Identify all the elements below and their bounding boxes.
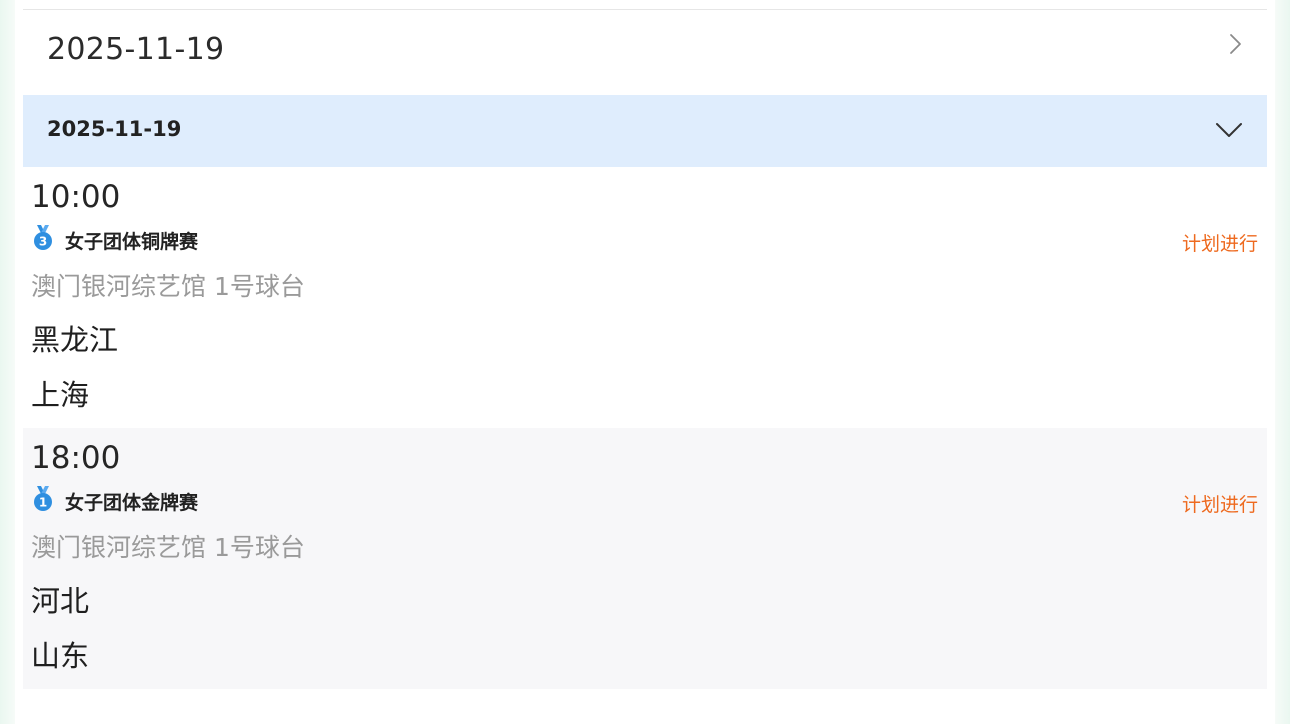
team-b: 上海 [31,378,90,412]
match-time: 18:00 [31,440,121,476]
status-badge: 计划进行 [1181,494,1258,516]
chevron-right-icon[interactable] [1225,32,1245,56]
schedule-card: 2025-11-19 2025-11-19 10:00 3 女子团体铜牌赛 计划… [15,0,1275,724]
day-group-title: 2025-11-19 [47,117,182,141]
selected-date: 2025-11-19 [47,32,225,67]
chevron-down-icon[interactable] [1215,121,1243,139]
gold-medal-icon: 1 [34,486,52,511]
team-a: 黑龙江 [31,323,119,357]
medal-rank: 3 [39,235,47,249]
match-item[interactable]: 18:00 1 女子团体金牌赛 计划进行 澳门银河综艺馆 1号球台 河北 山东 [23,428,1267,689]
event-name: 女子团体铜牌赛 [65,231,199,253]
bronze-medal-icon: 3 [34,225,52,250]
status-badge: 计划进行 [1181,233,1258,255]
team-a: 河北 [31,584,90,618]
match-item[interactable]: 10:00 3 女子团体铜牌赛 计划进行 澳门银河综艺馆 1号球台 黑龙江 上海 [23,167,1267,428]
day-group-header[interactable]: 2025-11-19 [23,95,1267,167]
venue: 澳门银河综艺馆 1号球台 [31,272,305,301]
medal-rank: 1 [39,496,47,510]
venue: 澳门银河综艺馆 1号球台 [31,533,305,562]
date-selector-row[interactable]: 2025-11-19 [23,10,1267,94]
match-time: 10:00 [31,179,121,215]
team-b: 山东 [31,639,90,673]
event-name: 女子团体金牌赛 [65,492,199,514]
